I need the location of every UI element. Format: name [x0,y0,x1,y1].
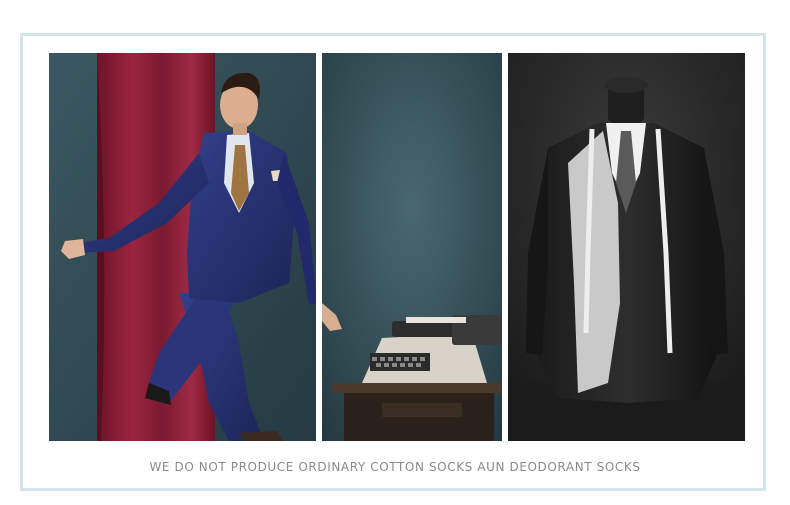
suit-model-illustration [49,53,316,441]
mannequin-illustration [508,53,745,441]
mannequin-photo [508,53,745,441]
typewriter-photo [322,53,502,441]
wooden-desk [332,383,502,393]
suit-model-photo [49,53,316,441]
caption-text: WE DO NOT PRODUCE ORDINARY COTTON SOCKS … [149,460,641,474]
typewriter-illustration [322,53,502,441]
